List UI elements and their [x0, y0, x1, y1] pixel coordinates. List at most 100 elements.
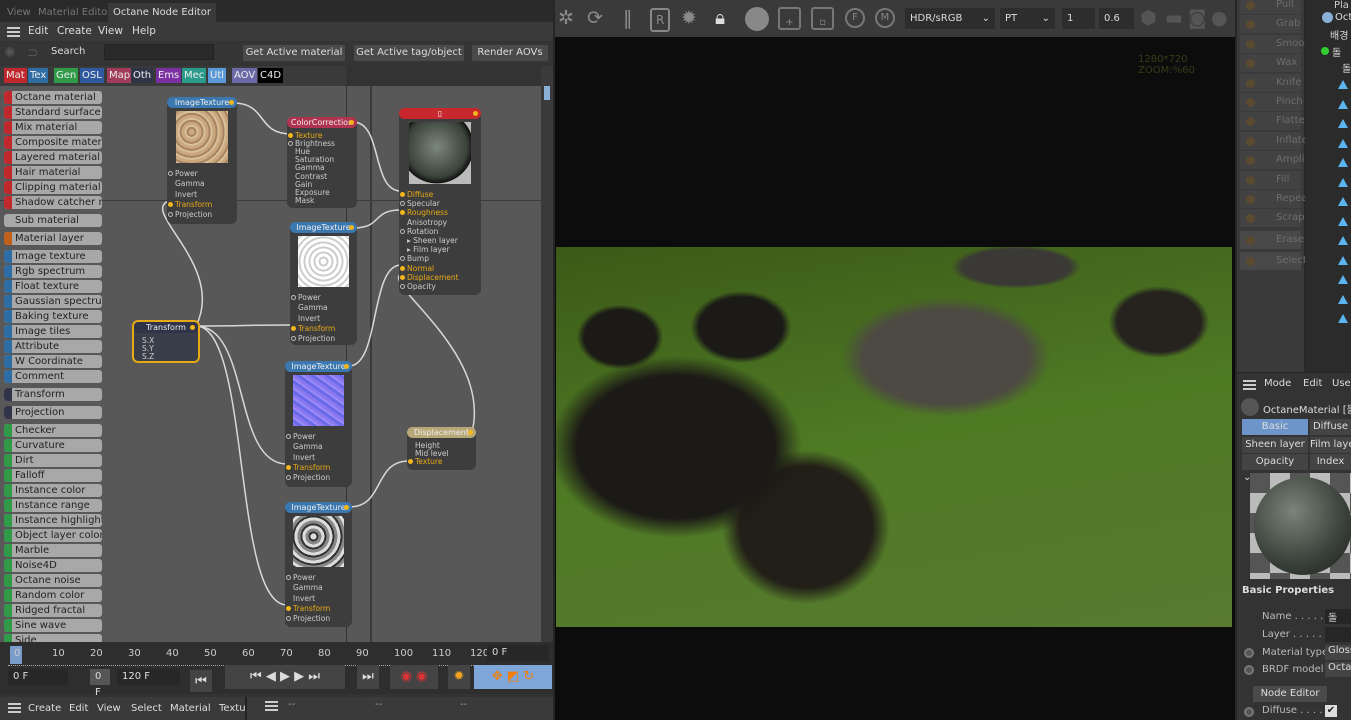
node-header[interactable]: ImageTexture	[285, 502, 352, 513]
node-transform[interactable]: Transform S.X S.Y S.Z	[132, 320, 200, 363]
refresh-icon[interactable]: ⟳	[587, 8, 603, 28]
port-invert[interactable]: Invert	[298, 314, 320, 323]
port-specular[interactable]: Specular	[400, 199, 440, 208]
port-projection[interactable]: Projection	[168, 210, 212, 219]
menu-create[interactable]: Create	[28, 703, 61, 714]
node-list-item[interactable]: Sub material	[4, 214, 102, 227]
diffuse-checkbox[interactable]: ✔	[1325, 705, 1337, 717]
sculpt-tool-scrape[interactable]: Scrape	[1240, 209, 1311, 227]
port-power[interactable]: Power	[168, 169, 198, 178]
node-list-item[interactable]: Instance range	[4, 499, 102, 512]
port-sz[interactable]: S.Z	[142, 352, 154, 361]
input-port[interactable]	[400, 265, 405, 271]
node-list-item[interactable]: Mix material	[4, 121, 102, 134]
node-list-item[interactable]: Side	[4, 634, 102, 642]
node-list-item[interactable]: Standard surface	[4, 106, 102, 119]
port-projection[interactable]: Projection	[286, 614, 330, 623]
menu-view[interactable]: View	[97, 703, 121, 714]
input-port[interactable]	[400, 210, 405, 216]
tab-index[interactable]: Index	[1310, 454, 1351, 470]
tree-item[interactable]: 돌	[1332, 44, 1341, 59]
render-aovs-button[interactable]: Render AOVs	[472, 45, 548, 61]
tab-basic[interactable]: Basic	[1242, 419, 1308, 435]
input-port[interactable]	[286, 434, 291, 439]
name-field[interactable]: 돌	[1325, 609, 1351, 624]
wire[interactable]	[195, 324, 293, 327]
brdf-model-select[interactable]: Octane	[1325, 662, 1351, 677]
polygon-object-icon[interactable]	[1338, 275, 1348, 284]
node-imagetexture-2[interactable]: ImageTexture Power Gamma Invert Transform Pro…	[290, 222, 357, 345]
port-invert[interactable]: Invert	[293, 453, 315, 462]
category-ems[interactable]: Ems	[156, 68, 182, 83]
port-power[interactable]: Power	[286, 573, 316, 582]
tree-item[interactable]: Oct	[1335, 12, 1351, 23]
input-port[interactable]	[288, 133, 293, 138]
category-osl[interactable]: OSL	[80, 68, 104, 83]
camera-icon[interactable]: ◙	[1188, 8, 1206, 28]
wire[interactable]	[397, 273, 476, 433]
tree-item[interactable]: 배경	[1330, 27, 1348, 42]
search-input[interactable]	[104, 44, 214, 60]
category-mat[interactable]: Mat	[4, 68, 27, 83]
node-list-item[interactable]: Transform	[4, 388, 102, 401]
input-port[interactable]	[286, 575, 291, 580]
port-normal[interactable]: Normal	[400, 264, 434, 273]
end-frame-field[interactable]: 120 F	[117, 669, 180, 685]
input-port[interactable]	[286, 616, 291, 622]
input-port[interactable]	[400, 256, 405, 262]
node-list-item[interactable]: Rgb spectrum	[4, 265, 102, 278]
input-port[interactable]	[286, 464, 291, 470]
pause-icon[interactable]: ‖	[623, 8, 633, 28]
node-editor-button[interactable]: Node Editor	[1253, 686, 1327, 702]
port-anisotropy[interactable]: Anisotropy	[407, 218, 447, 227]
category-tex[interactable]: Tex	[28, 68, 49, 83]
port-projection[interactable]: Projection	[286, 473, 330, 482]
node-list-item[interactable]: Clipping material	[4, 181, 102, 194]
node-list-item[interactable]: Dirt	[4, 454, 102, 467]
node-list-item[interactable]: Checker	[4, 424, 102, 437]
play-icon[interactable]: ▶	[280, 669, 290, 684]
node-list-item[interactable]: Layered material	[4, 151, 102, 164]
input-port[interactable]	[291, 336, 296, 342]
polygon-object-icon[interactable]	[1338, 119, 1348, 128]
menu-user[interactable]: User	[1332, 378, 1351, 389]
node-list-item[interactable]: Marble	[4, 544, 102, 557]
node-list-item[interactable]: Curvature	[4, 439, 102, 452]
transform-tools[interactable]: ✥ ◩ ↻	[474, 665, 552, 689]
menu-select[interactable]: Select	[131, 703, 162, 714]
gear-icon[interactable]: ✺	[4, 45, 16, 61]
polygon-object-icon[interactable]	[1338, 197, 1348, 206]
node-list-item[interactable]: Noise4D	[4, 559, 102, 572]
tab-view[interactable]: View	[2, 3, 36, 22]
prev-frame-icon[interactable]: ◀	[266, 669, 276, 684]
hamburger-icon[interactable]	[1243, 380, 1256, 390]
node-imagetexture-1[interactable]: ImageTexture Power Gamma Invert Transform Pro…	[167, 97, 237, 224]
port-sheenlayer[interactable]: ▸ Sheen layer	[407, 236, 458, 245]
color-space-select[interactable]: HDR/sRGB ⌄	[905, 8, 995, 29]
scrollbar[interactable]	[541, 66, 553, 642]
port-texture[interactable]: Texture	[408, 457, 442, 466]
node-list-item[interactable]: Projection	[4, 406, 102, 419]
wire[interactable]	[348, 460, 410, 508]
input-port[interactable]	[291, 295, 296, 300]
category-oth[interactable]: Oth	[131, 68, 154, 83]
output-port[interactable]	[190, 325, 195, 330]
port-mask[interactable]: Mask	[295, 196, 314, 205]
node-header[interactable]: ColorCorrection	[287, 117, 357, 128]
category-map[interactable]: Map	[107, 68, 133, 83]
node-list-item[interactable]: Image tiles	[4, 325, 102, 338]
category-utl[interactable]: Utl	[208, 68, 227, 83]
wire[interactable]	[352, 121, 402, 192]
port-power[interactable]: Power	[291, 293, 321, 302]
node-list-item[interactable]: Instance color	[4, 484, 102, 497]
node-list-item[interactable]: Random color	[4, 589, 102, 602]
node-displacement[interactable]: Displacement Height Mid level Texture	[407, 427, 476, 470]
input-port[interactable]	[291, 325, 296, 331]
lock-icon[interactable]: 🔒︎	[715, 8, 725, 28]
tab-opacity[interactable]: Opacity	[1242, 454, 1308, 470]
gear-icon[interactable]: ✹	[681, 8, 697, 28]
sculpt-tool-flatten[interactable]: Flatten	[1240, 112, 1311, 130]
hamburger-icon[interactable]	[265, 701, 278, 711]
port-projection[interactable]: Projection	[291, 334, 335, 343]
menu-edit[interactable]: Edit	[28, 25, 48, 37]
